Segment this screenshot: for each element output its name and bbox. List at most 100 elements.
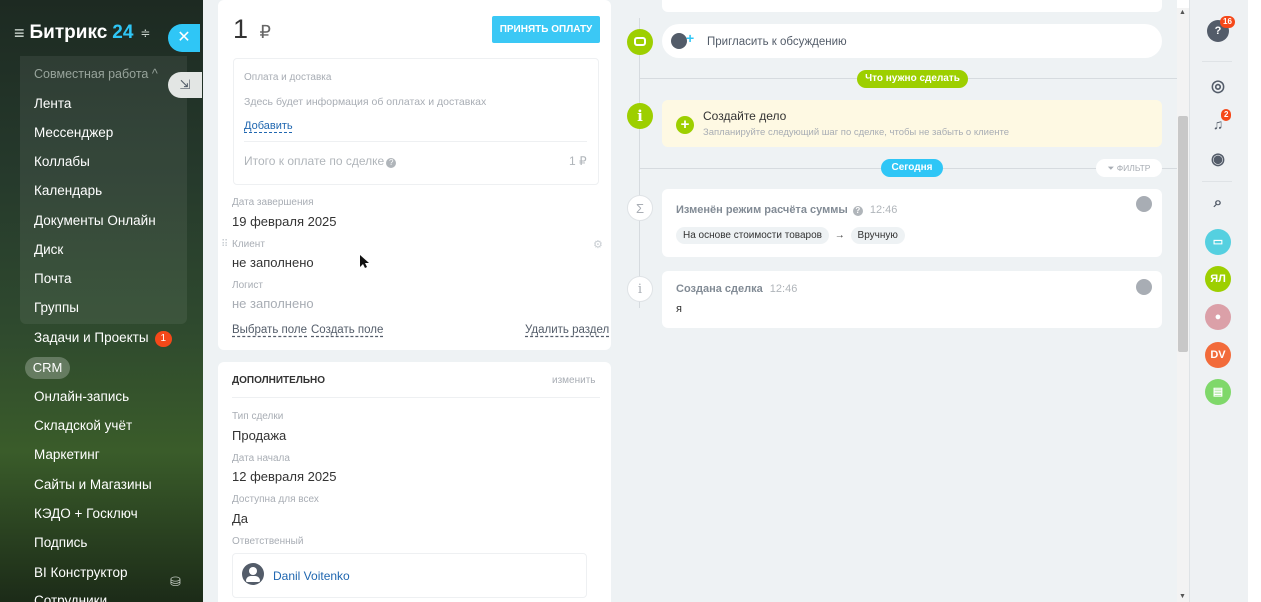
event-title-text: Изменён режим расчёта суммы — [676, 204, 848, 216]
sidebar-item-kedo[interactable]: КЭДО + Госключ — [34, 506, 138, 521]
user-avatar-photo[interactable]: ● — [1205, 304, 1231, 330]
payment-section-title: Оплата и доставка — [244, 72, 332, 83]
sidebar-item-docs[interactable]: Документы Онлайн — [34, 213, 156, 228]
sidebar-item-bi[interactable]: BI Конструктор — [34, 565, 127, 580]
public-value[interactable]: Да — [232, 511, 248, 526]
sidebar-item-groups[interactable]: Группы — [34, 300, 79, 315]
payment-info-text: Здесь будет информация об оплатах и дост… — [244, 96, 487, 108]
sidebar-item-calendar[interactable]: Календарь — [34, 183, 102, 198]
start-date-value[interactable]: 12 февраля 2025 — [232, 469, 337, 484]
end-date-value[interactable]: 19 февраля 2025 — [232, 214, 337, 229]
logist-value[interactable]: не заполнено — [232, 296, 314, 311]
deal-amount[interactable]: 1 ₽ — [233, 14, 271, 45]
info-icon: i — [627, 103, 653, 129]
cursor-icon — [360, 255, 369, 268]
sidebar-item-feed[interactable]: Лента — [34, 96, 71, 111]
help-icon[interactable]: ? — [852, 206, 863, 216]
public-label: Доступна для всех — [232, 494, 319, 505]
create-field-link[interactable]: Создать поле — [311, 324, 383, 336]
chat-icon[interactable]: ◉ — [1205, 147, 1231, 173]
logo-number: 24 — [112, 22, 134, 43]
choose-field-link[interactable]: Выбрать поле — [232, 324, 307, 336]
search-icon[interactable]: ⌕ — [1205, 190, 1231, 216]
add-user-icon — [671, 33, 687, 49]
notes-icon[interactable]: ▤ — [1205, 379, 1231, 405]
copilot-icon[interactable]: ◎ — [1205, 74, 1231, 100]
help-counter-badge: 16 — [1220, 16, 1235, 28]
scrollbar-thumb[interactable] — [1178, 116, 1188, 352]
menu-burger-icon[interactable]: ≡ — [14, 23, 25, 44]
scroll-down-icon[interactable]: ▼ — [1179, 593, 1186, 600]
divider — [244, 141, 587, 142]
deal-type-value[interactable]: Продажа — [232, 428, 286, 443]
responsible-label: Ответственный — [232, 536, 304, 547]
sidebar-item-booking[interactable]: Онлайн-запись — [34, 389, 129, 404]
todo-pill: Что нужно сделать — [857, 70, 968, 88]
delete-section-link[interactable]: Удалить раздел — [525, 324, 609, 336]
info-icon: i — [627, 276, 653, 302]
add-task-icon[interactable]: + — [676, 116, 694, 134]
close-slider-button[interactable]: ✕ — [168, 24, 200, 52]
collapse-icon[interactable]: ⇲ — [168, 72, 202, 98]
sidebar-item-sites[interactable]: Сайты и Магазины — [34, 477, 152, 492]
sidebar-item-marketing[interactable]: Маркетинг — [34, 447, 100, 462]
total-value: 1 ₽ — [569, 154, 587, 168]
event-title: Изменён режим расчёта суммы ? 12:46 — [676, 204, 897, 216]
task-title: Создайте дело — [703, 109, 787, 123]
total-label: Итого к оплате по сделке? — [244, 154, 397, 168]
top-card-edge — [662, 0, 1162, 12]
filter-button[interactable]: ⏷ ФИЛЬТР — [1096, 159, 1162, 177]
sidebar-item-sign[interactable]: Подпись — [34, 535, 87, 550]
invite-text: Пригласить к обсуждению — [707, 36, 847, 48]
sidebar-item-collabs[interactable]: Коллабы — [34, 154, 90, 169]
responsible-name-link[interactable]: Danil Voitenko — [273, 569, 350, 583]
additional-title: ДОПОЛНИТЕЛЬНО — [232, 375, 326, 386]
user-avatar-dv[interactable]: DV — [1205, 342, 1231, 368]
open-lines-icon[interactable]: ▭ — [1205, 229, 1231, 255]
logo[interactable]: ≡ Битрикс 24 ≑ — [14, 22, 150, 44]
event-card — [662, 271, 1162, 328]
event-time: 12:46 — [869, 204, 898, 216]
sidebar-item-disk[interactable]: Диск — [34, 242, 63, 257]
event-title-text: Создана сделка — [676, 283, 763, 295]
sidebar-item-tasks[interactable]: Задачи и Проекты 1 — [34, 330, 173, 347]
start-date-label: Дата начала — [232, 453, 290, 464]
settings-gear-icon[interactable]: ⚙ — [593, 238, 603, 251]
amount-value: 1 — [233, 14, 249, 44]
pin-icon[interactable]: ≑ — [140, 26, 150, 40]
sidebar-group-collab[interactable]: Совместная работа ^ — [34, 67, 158, 81]
scroll-up-icon[interactable]: ▲ — [1179, 9, 1186, 16]
old-mode-chip: На основе стоимости товаров — [676, 227, 829, 244]
currency-symbol: ₽ — [259, 22, 271, 42]
event-body: я — [676, 303, 682, 315]
sidebar-item-label: Задачи и Проекты — [34, 330, 149, 345]
sidebar-item-mail[interactable]: Почта — [34, 271, 72, 286]
sidebar-item-employees[interactable]: Сотрудники — [34, 593, 107, 602]
help-icon[interactable]: ? — [386, 158, 397, 168]
divider — [1202, 181, 1232, 182]
today-pill: Сегодня — [881, 159, 943, 177]
sidebar-item-crm[interactable]: CRM — [25, 357, 70, 379]
add-payment-link[interactable]: Добавить — [244, 120, 293, 132]
author-avatar-icon — [1136, 279, 1152, 295]
drag-handle-icon[interactable]: ⠿ — [221, 239, 228, 250]
author-avatar-icon — [1136, 196, 1152, 212]
user-avatar-icon — [242, 563, 264, 585]
event-title: Создана сделка 12:46 — [676, 283, 797, 295]
bottle-icon: ⛁ — [170, 574, 181, 589]
client-value[interactable]: не заполнено — [232, 255, 314, 270]
filter-label: ФИЛЬТР — [1116, 163, 1151, 173]
event-card — [662, 189, 1162, 257]
create-task-card[interactable] — [662, 100, 1162, 147]
client-label: Клиент — [232, 239, 265, 250]
sidebar-item-messenger[interactable]: Мессенджер — [34, 125, 113, 140]
timeline-line — [639, 18, 640, 308]
sidebar-item-warehouse[interactable]: Складской учёт — [34, 418, 132, 433]
user-avatar-yl[interactable]: ЯЛ — [1205, 266, 1231, 292]
divider — [1202, 61, 1232, 62]
accept-payment-button[interactable]: ПРИНЯТЬ ОПЛАТУ — [492, 16, 600, 43]
logist-label: Логист — [232, 280, 263, 291]
edit-section-link[interactable]: изменить — [552, 375, 596, 386]
filter-icon: ⏷ — [1107, 163, 1115, 173]
total-label-text: Итого к оплате по сделке — [244, 154, 385, 168]
